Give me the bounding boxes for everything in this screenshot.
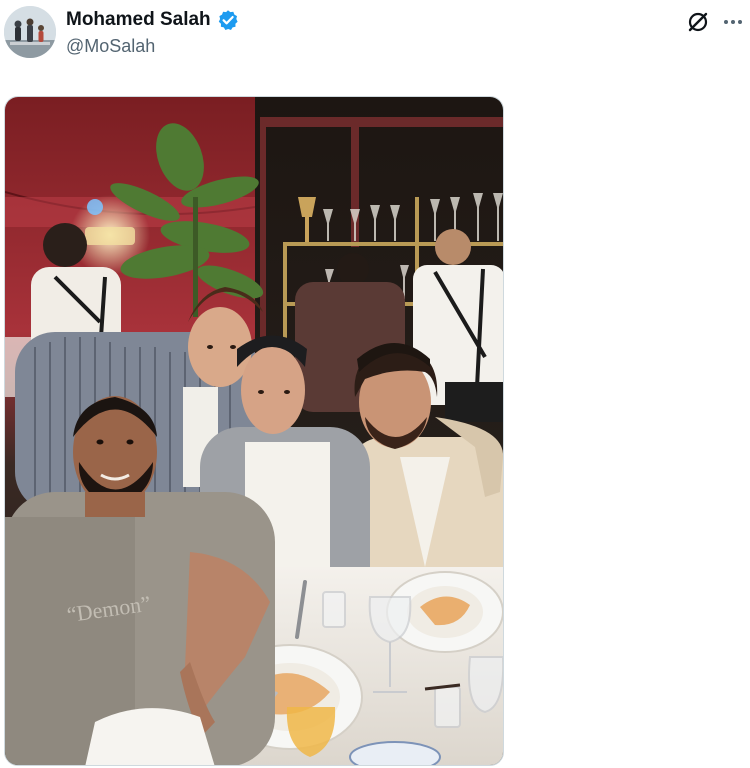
handle[interactable]: @MoSalah xyxy=(66,36,155,57)
tweet: Mohamed Salah @MoSalah “Demon” xyxy=(0,0,750,768)
verified-badge-icon xyxy=(217,9,239,31)
tweet-header: Mohamed Salah @MoSalah xyxy=(0,0,750,70)
grok-icon[interactable] xyxy=(686,10,710,34)
photo-restaurant-group-icon: “Demon” xyxy=(5,97,503,765)
avatar[interactable] xyxy=(4,6,56,58)
avatar-photo-icon xyxy=(4,6,56,58)
display-name[interactable]: Mohamed Salah xyxy=(66,9,211,31)
name-row: Mohamed Salah xyxy=(66,9,239,31)
more-options-icon[interactable] xyxy=(722,12,744,32)
tweet-photo[interactable]: “Demon” xyxy=(4,96,504,766)
